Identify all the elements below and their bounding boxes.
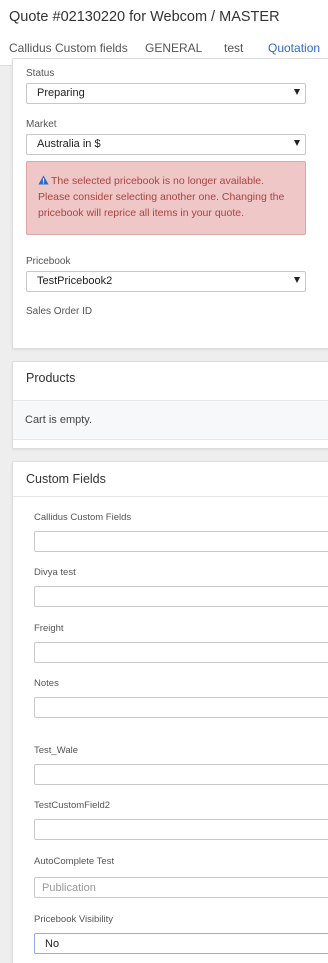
autocomplete-test-input[interactable] xyxy=(34,877,328,898)
page-header: Quote #02130220 for Webcom / MASTER Call… xyxy=(0,0,328,66)
market-select[interactable]: Australia in $ xyxy=(26,134,306,155)
field-label-notes: Notes xyxy=(34,678,59,689)
pricebook-warning-alert: The selected pricebook is no longer avai… xyxy=(26,161,306,235)
dropdown-caret-icon xyxy=(294,277,300,283)
sales-order-id-label: Sales Order ID xyxy=(26,306,93,317)
notes-input[interactable] xyxy=(34,697,328,718)
test-wale-input[interactable] xyxy=(34,764,328,785)
pricebook-value: TestPricebook2 xyxy=(37,275,113,287)
products-title: Products xyxy=(26,371,76,385)
field-label-callidus-custom-fields: Callidus Custom Fields xyxy=(34,512,132,523)
field-label-test-wale: Test_Wale xyxy=(34,745,78,756)
pricebook-label: Pricebook xyxy=(26,256,71,267)
status-label: Status xyxy=(26,68,55,79)
cart-empty-band: Cart is empty. xyxy=(13,400,328,440)
pricebook-visibility-select[interactable]: No xyxy=(34,933,328,954)
products-card: Products Cart is empty. xyxy=(12,361,328,449)
custom-fields-card: Custom Fields Callidus Custom Fields Div… xyxy=(12,461,328,963)
warning-icon xyxy=(38,175,49,185)
divya-test-input[interactable] xyxy=(34,586,328,607)
tab-callidus-custom-fields[interactable]: Callidus Custom fields xyxy=(9,41,128,55)
tab-quotation[interactable]: Quotation xyxy=(268,41,320,55)
section-divider xyxy=(13,496,328,497)
status-value: Preparing xyxy=(37,87,85,99)
market-label: Market xyxy=(26,119,57,130)
tab-general[interactable]: GENERAL xyxy=(145,41,202,55)
cart-empty-text: Cart is empty. xyxy=(25,414,93,426)
pricebook-select[interactable]: TestPricebook2 xyxy=(26,271,306,292)
tab-test[interactable]: test xyxy=(224,41,243,55)
field-label-divya-test: Divya test xyxy=(34,567,76,578)
callidus-custom-fields-input[interactable] xyxy=(34,531,328,552)
testcustomfield2-input[interactable] xyxy=(34,819,328,840)
alert-text: The selected pricebook is no longer avai… xyxy=(38,175,285,219)
field-label-autocomplete-test: AutoComplete Test xyxy=(34,856,115,867)
status-select[interactable]: Preparing xyxy=(26,83,306,104)
dropdown-caret-icon xyxy=(294,89,300,95)
pricebook-visibility-value: No xyxy=(45,938,60,950)
freight-input[interactable] xyxy=(34,642,328,663)
market-value: Australia in $ xyxy=(37,138,101,150)
general-card: Status Preparing Market Australia in $ T… xyxy=(12,58,328,349)
field-label-pricebook-visibility: Pricebook Visibility xyxy=(34,914,114,925)
dropdown-caret-icon xyxy=(294,140,300,146)
custom-fields-title: Custom Fields xyxy=(26,472,106,486)
field-label-freight: Freight xyxy=(34,623,64,634)
field-label-testcustomfield2: TestCustomField2 xyxy=(34,800,111,811)
page-title: Quote #02130220 for Webcom / MASTER xyxy=(9,9,280,25)
